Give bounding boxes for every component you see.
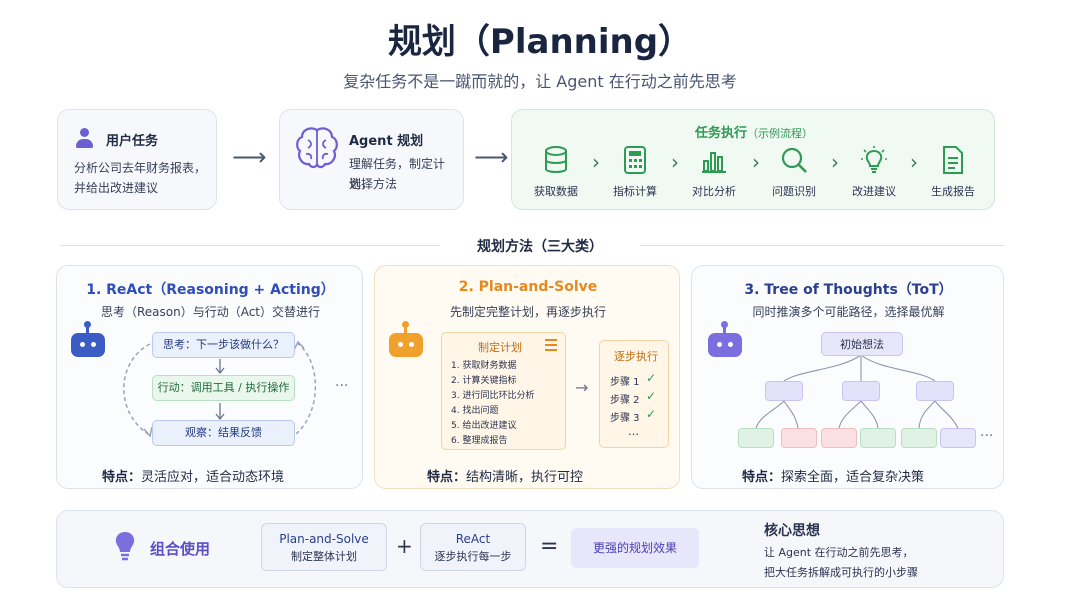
plan-item: 4. 找出问题 <box>451 406 499 416</box>
tot-title: 3. Tree of Thoughts（ToT） <box>744 282 953 298</box>
step-label: 生成报告 <box>931 185 975 198</box>
step-label: 对比分析 <box>692 185 736 198</box>
brain-icon <box>296 127 338 169</box>
exec-step: 步骤 2 <box>610 395 640 406</box>
agent-plan-card: Agent 规划 理解任务，制定计划， 选择方法 <box>279 109 464 210</box>
database-icon <box>545 146 567 173</box>
plan-item: 1. 获取财务数据 <box>451 361 517 371</box>
plan-list-box: 制定计划 1. 获取财务数据 2. 计算关键指标 3. 进行同比环比分析 4. … <box>441 332 566 450</box>
plan-item: 2. 计算关键指标 <box>451 376 517 386</box>
combo-react-box: ReAct 逐步执行每一步 <box>420 523 526 571</box>
tot-leaf-node <box>821 428 857 448</box>
react-act-node: 行动：调用工具 / 执行操作 <box>152 375 295 401</box>
tot-ellipsis: ··· <box>980 428 994 444</box>
plan-item: 6. 整理成报告 <box>451 436 508 446</box>
plan-solve-subtitle: 先制定完整计划，再逐步执行 <box>449 305 606 319</box>
exec-more: … <box>628 425 639 438</box>
plan-list-title: 制定计划 <box>478 341 522 354</box>
plan-solve-feature: 特点：结构清晰，执行可控 <box>427 470 584 485</box>
react-think-node: 思考：下一步该做什么？ <box>152 332 295 358</box>
check-icon: ✓ <box>646 407 657 421</box>
step-improve: 改进建议 <box>834 145 914 199</box>
plan-item: 3. 进行同比环比分析 <box>451 391 535 401</box>
user-task-title: 用户任务 <box>106 134 159 149</box>
combo-box-desc: 制定整体计划 <box>291 550 357 563</box>
exec-steps-title: 逐步执行 <box>614 350 658 363</box>
combo-box-title: ReAct <box>455 532 491 546</box>
tot-leaf-node <box>781 428 817 448</box>
plan-item: 5. 给出改进建议 <box>451 421 517 431</box>
combo-result-box: 更强的规划效果 <box>571 528 699 568</box>
step-get-data: 获取数据 <box>516 145 596 199</box>
robot-icon <box>71 321 105 357</box>
calculator-icon <box>624 146 646 174</box>
arrow-icon: ⟶ <box>474 143 509 171</box>
user-icon <box>76 128 93 148</box>
step-label: 改进建议 <box>852 185 896 198</box>
methods-heading: 规划方法（三大类） <box>477 239 603 255</box>
step-label: 获取数据 <box>534 185 578 198</box>
exec-steps-box: 逐步执行 步骤 1 ✓ 步骤 2 ✓ 步骤 3 ✓ … <box>599 340 669 448</box>
agent-plan-desc-2: 选择方法 <box>349 177 398 191</box>
execution-title: 任务执行（示例流程） <box>694 126 813 141</box>
react-observe-node: 观察：结果反馈 <box>152 420 295 446</box>
tot-root-node: 初始想法 <box>821 332 903 356</box>
arrow-icon: ⟶ <box>232 143 267 171</box>
exec-step: 步骤 1 <box>610 377 640 388</box>
page-subtitle: 复杂任务不是一蹴而就的，让 Agent 在行动之前先思考 <box>343 72 737 91</box>
step-compare: 对比分析 <box>674 145 754 199</box>
tot-feature: 特点：探索全面，适合复杂决策 <box>742 470 925 485</box>
tot-leaf-node <box>940 428 976 448</box>
core-idea-line: 让 Agent 在行动之前先思考， <box>764 546 914 559</box>
document-icon <box>943 146 963 174</box>
user-task-desc-2: 并给出改进建议 <box>74 181 159 195</box>
tot-subtitle: 同时推演多个可能路径，选择最优解 <box>752 305 945 319</box>
check-icon: ✓ <box>646 371 657 385</box>
list-icon <box>545 339 557 351</box>
tot-branch-node <box>916 381 954 401</box>
check-icon: ✓ <box>646 389 657 403</box>
exec-step: 步骤 3 <box>610 413 640 424</box>
combo-plan-solve-box: Plan-and-Solve 制定整体计划 <box>261 523 387 571</box>
plan-solve-title: 2. Plan-and-Solve <box>458 279 598 295</box>
lightbulb-icon <box>861 146 887 173</box>
bar-chart-icon <box>702 152 726 173</box>
search-icon <box>781 147 807 173</box>
core-idea-title: 核心思想 <box>764 523 820 539</box>
react-feature: 特点：灵活应对，适合动态环境 <box>102 470 285 485</box>
combo-box-desc: 逐步执行每一步 <box>434 550 512 563</box>
core-idea-line: 把大任务拆解成可执行的小步骤 <box>764 566 918 579</box>
tot-leaf-node <box>901 428 937 448</box>
step-identify: 问题识别 <box>754 145 834 199</box>
lightbulb-icon <box>115 532 135 561</box>
combo-label: 组合使用 <box>150 540 211 558</box>
arrow-icon: → <box>575 378 589 397</box>
robot-icon <box>389 321 423 357</box>
user-task-desc-1: 分析公司去年财务报表， <box>74 161 207 175</box>
react-subtitle: 思考（Reason）与行动（Act）交替进行 <box>100 305 321 319</box>
equals-sign: = <box>540 534 559 559</box>
divider <box>60 245 440 246</box>
tot-branch-node <box>765 381 803 401</box>
user-task-card: 用户任务 分析公司去年财务报表， 并给出改进建议 <box>57 109 217 210</box>
step-metrics: 指标计算 <box>595 145 675 199</box>
divider <box>640 245 1005 246</box>
page-title: 规划（Planning） <box>387 22 693 62</box>
combo-box-title: Plan-and-Solve <box>279 532 369 546</box>
step-label: 指标计算 <box>613 185 657 198</box>
tot-branch-node <box>842 381 880 401</box>
tot-leaf-node <box>860 428 896 448</box>
plus-sign: + <box>396 534 413 558</box>
step-label: 问题识别 <box>772 185 816 198</box>
step-report: 生成报告 <box>913 145 993 199</box>
react-title: 1. ReAct（Reasoning + Acting） <box>86 282 335 298</box>
agent-plan-title: Agent 规划 <box>349 134 424 149</box>
tot-leaf-node <box>738 428 774 448</box>
react-ellipsis: ··· <box>335 378 349 394</box>
